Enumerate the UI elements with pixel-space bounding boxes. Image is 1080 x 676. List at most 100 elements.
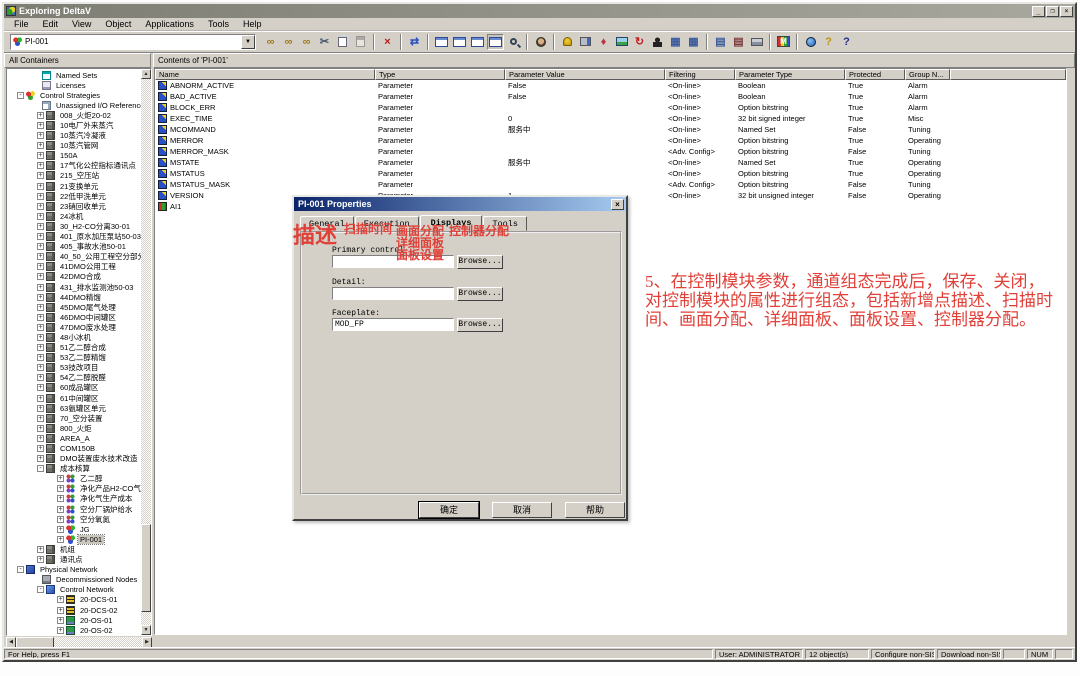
- tree-item[interactable]: Named Sets: [7, 70, 141, 80]
- tree-item[interactable]: +54乙二醇脱醛: [7, 373, 141, 383]
- tree-item[interactable]: +AREA_A: [7, 433, 141, 443]
- tree-item[interactable]: -成本核算: [7, 464, 141, 474]
- paste-icon[interactable]: [352, 34, 369, 50]
- menu-item-view[interactable]: View: [65, 19, 98, 29]
- tree-expander-icon[interactable]: +: [37, 546, 44, 553]
- diagnostics-chart-icon[interactable]: ▤: [730, 34, 747, 50]
- tree-expander-icon[interactable]: +: [37, 395, 44, 402]
- tree-expander-icon[interactable]: -: [37, 586, 44, 593]
- tree-expander-icon[interactable]: +: [37, 193, 44, 200]
- tree-item[interactable]: +10电厂外来蒸汽: [7, 120, 141, 130]
- tree-expander-icon[interactable]: +: [57, 617, 64, 624]
- tree-item[interactable]: +150A: [7, 151, 141, 161]
- tree-item[interactable]: +乙二醇: [7, 474, 141, 484]
- web-globe-icon[interactable]: [802, 34, 819, 50]
- tree-item[interactable]: +40_50_公用工程空分部分: [7, 252, 141, 262]
- menu-item-applications[interactable]: Applications: [138, 19, 201, 29]
- tree-expander-icon[interactable]: +: [57, 526, 64, 533]
- tree-expander-icon[interactable]: +: [37, 152, 44, 159]
- close-button[interactable]: ×: [1060, 6, 1073, 17]
- tree-expander-icon[interactable]: +: [37, 556, 44, 563]
- menu-item-tools[interactable]: Tools: [201, 19, 236, 29]
- tree-item[interactable]: +45DMO尾气处理: [7, 302, 141, 312]
- tree-expander-icon[interactable]: -: [17, 566, 24, 573]
- tree-expander-icon[interactable]: +: [37, 455, 44, 462]
- column-header-parameter-type[interactable]: Parameter Type: [735, 69, 845, 80]
- tree-item[interactable]: +DMO装置废水技术改造: [7, 454, 141, 464]
- browse-button-3[interactable]: Browse...: [457, 318, 503, 332]
- tree-item[interactable]: +401_原水加压泵站50-03: [7, 232, 141, 242]
- tree-item[interactable]: +60成品罐区: [7, 383, 141, 393]
- browse-button-1[interactable]: Browse...: [457, 255, 503, 269]
- tree-expander-icon[interactable]: +: [57, 596, 64, 603]
- picture-display-icon[interactable]: [613, 34, 630, 50]
- tree-item[interactable]: +空分氧氮: [7, 514, 141, 524]
- tree-expander-icon[interactable]: +: [37, 314, 44, 321]
- table-row[interactable]: BAD_ACTIVEParameterFalse<On-line>Boolean…: [155, 91, 1066, 102]
- tree-item[interactable]: +空分厂锅炉给水: [7, 504, 141, 514]
- tree-expander-icon[interactable]: +: [37, 425, 44, 432]
- object-selector-combobox[interactable]: PI-001 ▼: [10, 34, 256, 50]
- find-objects-icon[interactable]: ∞: [262, 34, 279, 50]
- tree-expander-icon[interactable]: +: [57, 536, 64, 543]
- tree-expander-icon[interactable]: +: [37, 324, 44, 331]
- tree-item[interactable]: +63氨罐区单元: [7, 403, 141, 413]
- tree-expander-icon[interactable]: +: [37, 334, 44, 341]
- menu-item-edit[interactable]: Edit: [36, 19, 66, 29]
- table-row[interactable]: BLOCK_ERRParameter<On-line>Option bitstr…: [155, 102, 1066, 113]
- tree-item[interactable]: +20-DCS-01: [7, 595, 141, 605]
- assign-swap-icon[interactable]: ⇄: [406, 34, 423, 50]
- field-input-3[interactable]: MOD_FP: [332, 318, 454, 331]
- tree-item[interactable]: +800_火炬: [7, 423, 141, 433]
- tree-expander-icon[interactable]: +: [37, 233, 44, 240]
- tree-expander-icon[interactable]: +: [57, 495, 64, 502]
- tree-item[interactable]: +23硝回收单元: [7, 201, 141, 211]
- module-palette-icon[interactable]: M: [775, 34, 792, 50]
- tree-expander-icon[interactable]: +: [37, 213, 44, 220]
- tree-expander-icon[interactable]: +: [37, 273, 44, 280]
- tree-item[interactable]: Decommissioned Nodes: [7, 575, 141, 585]
- tree-expander-icon[interactable]: +: [57, 516, 64, 523]
- tree-expander-icon[interactable]: +: [37, 263, 44, 270]
- tree-expander-icon[interactable]: +: [57, 607, 64, 614]
- table-row[interactable]: MSTATEParameter服务中<On-line>Named SetTrue…: [155, 157, 1066, 168]
- column-header-name[interactable]: Name: [155, 69, 375, 80]
- tree-expander-icon[interactable]: +: [37, 132, 44, 139]
- column-header-protected[interactable]: Protected: [845, 69, 905, 80]
- tree-expander-icon[interactable]: +: [37, 435, 44, 442]
- tree-expander-icon[interactable]: +: [37, 354, 44, 361]
- view-small-icons-icon[interactable]: [451, 34, 468, 50]
- tree-expander-icon[interactable]: +: [37, 405, 44, 412]
- restore-button[interactable]: ❐: [1046, 6, 1059, 17]
- column-header-group-n-[interactable]: Group N...: [905, 69, 950, 80]
- tree-item[interactable]: +30_H2-CO分离30-01: [7, 221, 141, 231]
- tree-item[interactable]: +44DMO精馏: [7, 292, 141, 302]
- column-header-filtering[interactable]: Filtering: [665, 69, 735, 80]
- tree-expander-icon[interactable]: -: [37, 465, 44, 472]
- context-help-icon[interactable]: ?: [838, 34, 855, 50]
- ok-button[interactable]: 确定: [419, 502, 479, 518]
- tree-item[interactable]: +008_火炬20-02: [7, 110, 141, 120]
- tree-item[interactable]: +42DMO合成: [7, 272, 141, 282]
- tree-expander-icon[interactable]: +: [37, 172, 44, 179]
- combobox-dropdown-icon[interactable]: ▼: [241, 35, 255, 49]
- tree-expander-icon[interactable]: +: [57, 627, 64, 634]
- table-row[interactable]: MSTATUS_MASKParameter<Adv. Config>Option…: [155, 179, 1066, 190]
- table-row[interactable]: ABNORM_ACTIVEParameterFalse<On-line>Bool…: [155, 80, 1066, 91]
- tree-item[interactable]: +61中间罐区: [7, 393, 141, 403]
- operator-icon[interactable]: [649, 34, 666, 50]
- tree-item[interactable]: +53乙二醇精馏: [7, 353, 141, 363]
- tree-item[interactable]: Licenses: [7, 80, 141, 90]
- tree-expander-icon[interactable]: +: [37, 183, 44, 190]
- tree-item[interactable]: +21变换单元: [7, 181, 141, 191]
- dialog-close-icon[interactable]: ×: [611, 199, 624, 210]
- tree-item[interactable]: +24冰机: [7, 211, 141, 221]
- scroll-down-icon[interactable]: ▼: [141, 625, 151, 635]
- cut-icon[interactable]: ✂: [316, 34, 333, 50]
- tree-expander-icon[interactable]: +: [37, 284, 44, 291]
- delete-icon[interactable]: ×: [379, 34, 396, 50]
- tree-expander-icon[interactable]: +: [37, 122, 44, 129]
- tree-expander-icon[interactable]: +: [37, 384, 44, 391]
- tree-expander-icon[interactable]: +: [57, 475, 64, 482]
- download-icon[interactable]: [577, 34, 594, 50]
